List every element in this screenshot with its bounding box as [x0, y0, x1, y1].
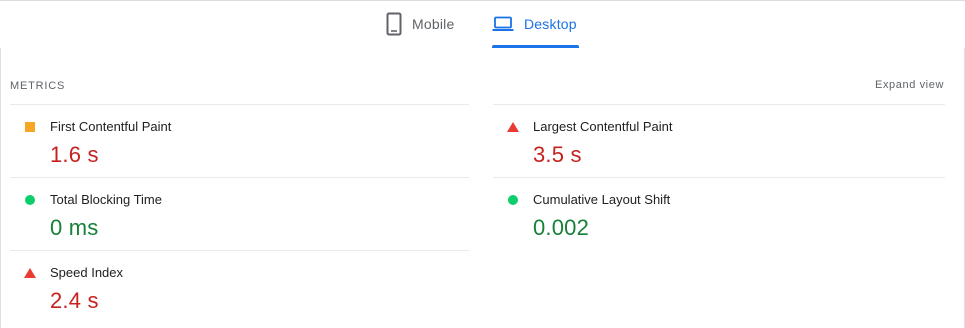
- metric-label: Total Blocking Time: [50, 192, 162, 207]
- metrics-panel: METRICS Expand view First Contentful Pai…: [0, 48, 965, 328]
- metric-value: 1.6 s: [50, 142, 99, 167]
- metric-value: 3.5 s: [533, 142, 582, 167]
- metric-cumulative-layout-shift: Cumulative Layout Shift 0.002: [493, 178, 948, 250]
- metric-value: 0.002: [533, 215, 590, 240]
- metric-label: Cumulative Layout Shift: [533, 192, 671, 207]
- metric-speed-index: Speed Index 2.4 s: [10, 251, 465, 323]
- metric-total-blocking-time: Total Blocking Time 0 ms: [10, 178, 465, 250]
- metric-value: 0 ms: [50, 215, 99, 240]
- circle-icon: [508, 195, 518, 205]
- circle-icon: [25, 195, 35, 205]
- metric-label: Speed Index: [50, 265, 124, 280]
- tab-desktop-label: Desktop: [524, 16, 577, 32]
- metric-first-contentful-paint: First Contentful Paint 1.6 s: [10, 105, 465, 177]
- laptop-icon: [492, 16, 514, 32]
- expand-view-button[interactable]: Expand view: [875, 79, 944, 91]
- metric-label: First Contentful Paint: [50, 119, 172, 134]
- triangle-icon: [24, 268, 36, 278]
- phone-icon: [386, 12, 402, 36]
- tab-desktop[interactable]: Desktop: [492, 0, 577, 48]
- metric-label: Largest Contentful Paint: [533, 119, 673, 134]
- tab-mobile[interactable]: Mobile: [386, 0, 454, 48]
- device-tabs: Mobile Desktop: [0, 0, 965, 50]
- metrics-heading: METRICS: [10, 80, 66, 92]
- square-icon: [25, 122, 35, 132]
- metric-largest-contentful-paint: Largest Contentful Paint 3.5 s: [493, 105, 948, 177]
- triangle-icon: [507, 122, 519, 132]
- metric-value: 2.4 s: [50, 288, 99, 313]
- tab-mobile-label: Mobile: [412, 16, 455, 32]
